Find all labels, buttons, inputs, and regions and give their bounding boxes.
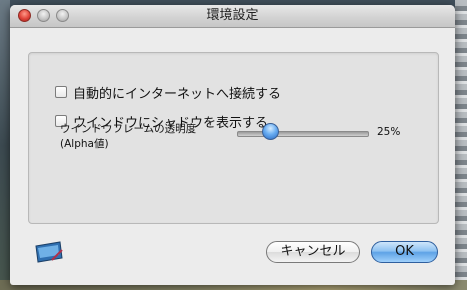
auto-connect-label: 自動的にインターネットへ接続する xyxy=(73,86,282,102)
window-title: 環境設定 xyxy=(206,8,259,23)
auto-connect-option[interactable]: 自動的にインターネットへ接続する xyxy=(55,83,282,102)
desktop-background-right xyxy=(455,0,467,290)
transparency-label: ウインドウフレームの透明度 (Alpha値) xyxy=(60,122,196,152)
transparency-label-line2: (Alpha値) xyxy=(60,138,109,150)
transparency-label-line1: ウインドウフレームの透明度 xyxy=(60,123,197,135)
cancel-button[interactable]: キャンセル xyxy=(266,241,360,263)
transparency-slider-track[interactable] xyxy=(237,131,369,137)
transparency-slider-thumb[interactable] xyxy=(262,123,279,140)
preferences-window: 環境設定 自動的にインターネットへ接続する ウインドウにシャドウを表示する ウイ… xyxy=(10,5,455,285)
auto-connect-checkbox[interactable] xyxy=(55,86,67,98)
transparency-value: 25% xyxy=(377,126,401,138)
desktop-background-left xyxy=(0,0,10,290)
ok-button[interactable]: OK xyxy=(371,241,438,263)
app-icon xyxy=(35,241,63,263)
title-bar: 環境設定 xyxy=(10,5,455,28)
